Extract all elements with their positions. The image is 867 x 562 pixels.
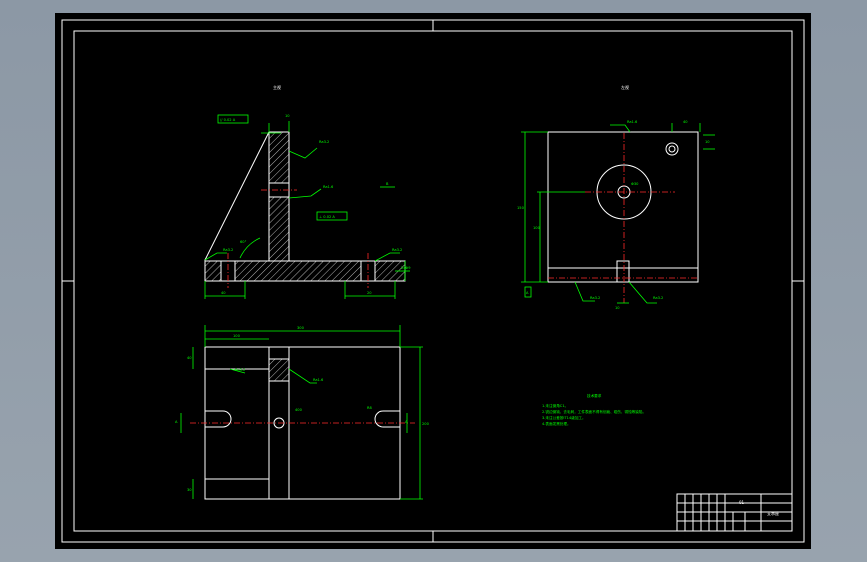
- svg-text:100: 100: [533, 226, 541, 230]
- svg-text:10: 10: [705, 140, 710, 144]
- tech-notes-line-3: 3.未注公差按IT14级加工。: [542, 415, 586, 420]
- dim-side-h: 150: [517, 206, 525, 210]
- tech-notes: 技术要求 1.未注倒角C1。 2.锐边倒钝，去毛刺，工件表面不得有划痕、碰伤、锈…: [542, 393, 646, 426]
- cad-viewport: 主视 40 20 10 // 0.02 A 2xΦ9 60° ⊥ 0.02 A …: [0, 0, 867, 562]
- svg-text:Ra3.2: Ra3.2: [319, 140, 329, 144]
- dim-angle: 60°: [240, 240, 247, 244]
- svg-text:Ra1.6: Ra1.6: [313, 378, 324, 382]
- svg-text:Ra1.6: Ra1.6: [323, 185, 334, 189]
- front-view: 主视 40 20 10 // 0.02 A 2xΦ9 60° ⊥ 0.02 A …: [204, 84, 411, 299]
- dim-plan-w-left: 100: [233, 334, 241, 338]
- svg-text:Ra1.6: Ra1.6: [627, 120, 638, 124]
- side-view-label: 左视: [621, 84, 629, 90]
- svg-text:// 0.02 A: // 0.02 A: [220, 118, 236, 122]
- svg-text:10: 10: [615, 306, 620, 310]
- cad-drawing: 主视 40 20 10 // 0.02 A 2xΦ9 60° ⊥ 0.02 A …: [61, 19, 805, 543]
- svg-text:400: 400: [295, 408, 303, 412]
- dim-side-hole: Φ30: [631, 182, 639, 186]
- dim-base-right: 20: [367, 291, 372, 295]
- tech-notes-title: 技术要求: [587, 393, 602, 398]
- svg-text:Ra3.2: Ra3.2: [392, 248, 402, 252]
- svg-text:A: A: [526, 291, 529, 295]
- dim-top-w: 10: [285, 114, 290, 118]
- dim-plan-h: 200: [422, 422, 430, 426]
- svg-text:30: 30: [187, 488, 192, 492]
- svg-text:⊥ 0.02 A: ⊥ 0.02 A: [319, 215, 335, 219]
- inner-border: [73, 30, 793, 532]
- svg-text:40: 40: [187, 356, 192, 360]
- front-view-label: 主视: [273, 84, 281, 90]
- svg-text:Ra3.2: Ra3.2: [235, 368, 245, 372]
- dim-base-left: 40: [221, 291, 226, 295]
- svg-text:Ra3.2: Ra3.2: [223, 248, 233, 252]
- dim-side-w: 40: [683, 120, 688, 124]
- drawing-sheet: 主视 40 20 10 // 0.02 A 2xΦ9 60° ⊥ 0.02 A …: [55, 13, 811, 549]
- svg-text:Ra3.2: Ra3.2: [590, 296, 600, 300]
- tech-notes-line-2: 2.锐边倒钝，去毛刺，工件表面不得有划痕、碰伤、锈蚀等缺陷。: [542, 409, 646, 414]
- dim-plan-w: 300: [297, 326, 305, 330]
- plan-view: 300 100 200 40 30 R8 Ra1.6 Ra3.2 400 A A: [175, 325, 430, 500]
- tech-notes-line-1: 1.未注倒角C1。: [542, 403, 568, 408]
- title-block-drawing-no: 01: [739, 500, 745, 505]
- title-block-name: 支承座: [767, 510, 779, 516]
- svg-text:A: A: [175, 420, 178, 424]
- dim-hole-r: R8: [367, 406, 372, 410]
- svg-text:B: B: [386, 182, 389, 186]
- svg-text:2xΦ9: 2xΦ9: [401, 266, 411, 270]
- side-view: 左视 150 100 Φ30 40 10 Ra1.6 A Ra3.2 Ra3.2…: [517, 84, 715, 310]
- tech-notes-line-4: 4.表面发黑处理。: [542, 421, 571, 426]
- title-block: 支承座 01: [676, 493, 793, 532]
- outer-border: [61, 19, 805, 543]
- svg-text:Ra3.2: Ra3.2: [653, 296, 663, 300]
